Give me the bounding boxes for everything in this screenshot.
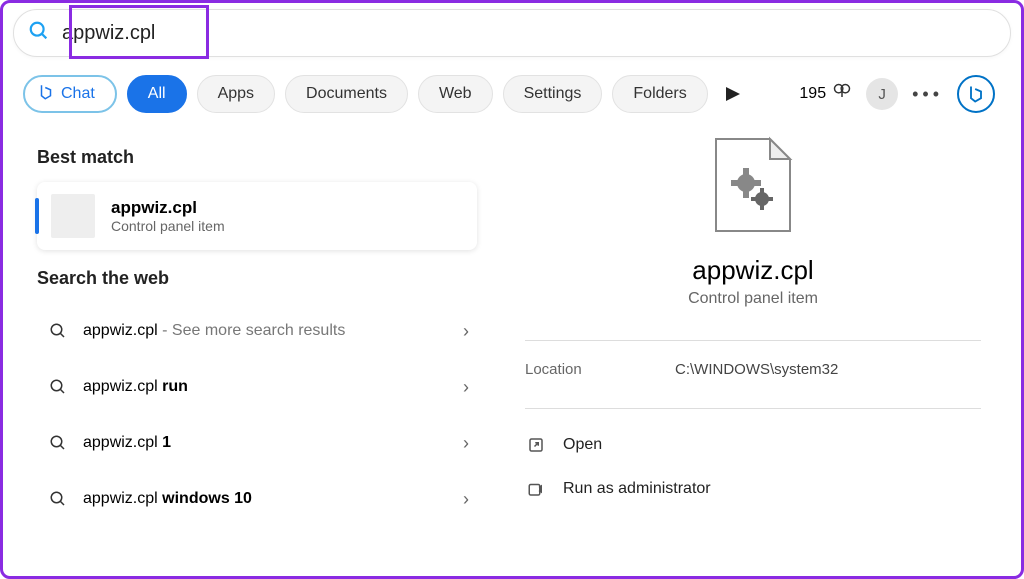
rewards-icon [832,82,852,107]
web-result-text: appwiz.cpl 1 [71,434,463,452]
web-result-text: appwiz.cpl - See more search results [71,322,463,340]
web-result-text: appwiz.cpl run [71,378,463,396]
web-result[interactable]: appwiz.cpl - See more search results› [37,303,477,359]
search-bar[interactable] [13,9,1011,57]
location-value: C:\WINDOWS\system32 [675,361,838,378]
search-icon [45,490,71,508]
tab-settings[interactable]: Settings [503,75,603,113]
divider [525,408,981,409]
search-icon [45,434,71,452]
more-filters-button[interactable] [718,79,748,109]
tab-chat[interactable]: Chat [23,75,117,113]
search-icon [45,378,71,396]
web-result[interactable]: appwiz.cpl windows 10› [37,471,477,527]
search-web-heading: Search the web [37,268,477,289]
chevron-right-icon: › [463,489,469,510]
web-result[interactable]: appwiz.cpl run› [37,359,477,415]
file-type-icon [712,135,794,235]
best-match-result[interactable]: appwiz.cpl Control panel item [37,182,477,250]
divider [525,340,981,341]
admin-icon [525,480,547,498]
best-match-thumbnail [51,194,95,238]
action-run-admin[interactable]: Run as administrator [525,467,981,511]
location-row: Location C:\WINDOWS\system32 [525,361,981,378]
best-match-subtitle: Control panel item [111,218,225,234]
open-icon [525,436,547,454]
best-match-title: appwiz.cpl [111,198,225,218]
bing-chat-icon [37,83,55,106]
preview-title: appwiz.cpl [525,255,981,286]
tab-folders[interactable]: Folders [612,75,707,113]
rewards-points: 195 [799,85,826,103]
location-label: Location [525,361,675,378]
preview-subtitle: Control panel item [525,290,981,308]
results-pane: Best match appwiz.cpl Control panel item… [15,129,485,572]
search-input[interactable] [62,22,996,45]
user-initial: J [878,86,886,103]
chevron-right-icon: › [463,321,469,342]
preview-pane: appwiz.cpl Control panel item Location C… [485,129,1009,572]
tab-documents[interactable]: Documents [285,75,408,113]
web-result[interactable]: appwiz.cpl 1› [37,415,477,471]
user-avatar[interactable]: J [866,78,898,110]
action-open[interactable]: Open [525,423,981,467]
more-options-button[interactable]: ••• [912,84,943,105]
chevron-right-icon: › [463,433,469,454]
tab-apps[interactable]: Apps [197,75,275,113]
action-run-admin-label: Run as administrator [563,480,711,498]
tab-all[interactable]: All [127,75,187,113]
tab-web[interactable]: Web [418,75,493,113]
search-icon [28,20,62,47]
bing-logo-button[interactable] [957,75,995,113]
best-match-heading: Best match [37,147,477,168]
chevron-right-icon: › [463,377,469,398]
tab-chat-label: Chat [61,85,95,103]
search-icon [45,322,71,340]
filter-row: Chat All Apps Documents Web Settings Fol… [3,57,1021,129]
action-open-label: Open [563,436,602,454]
rewards-indicator[interactable]: 195 [799,82,852,107]
web-result-text: appwiz.cpl windows 10 [71,490,463,508]
